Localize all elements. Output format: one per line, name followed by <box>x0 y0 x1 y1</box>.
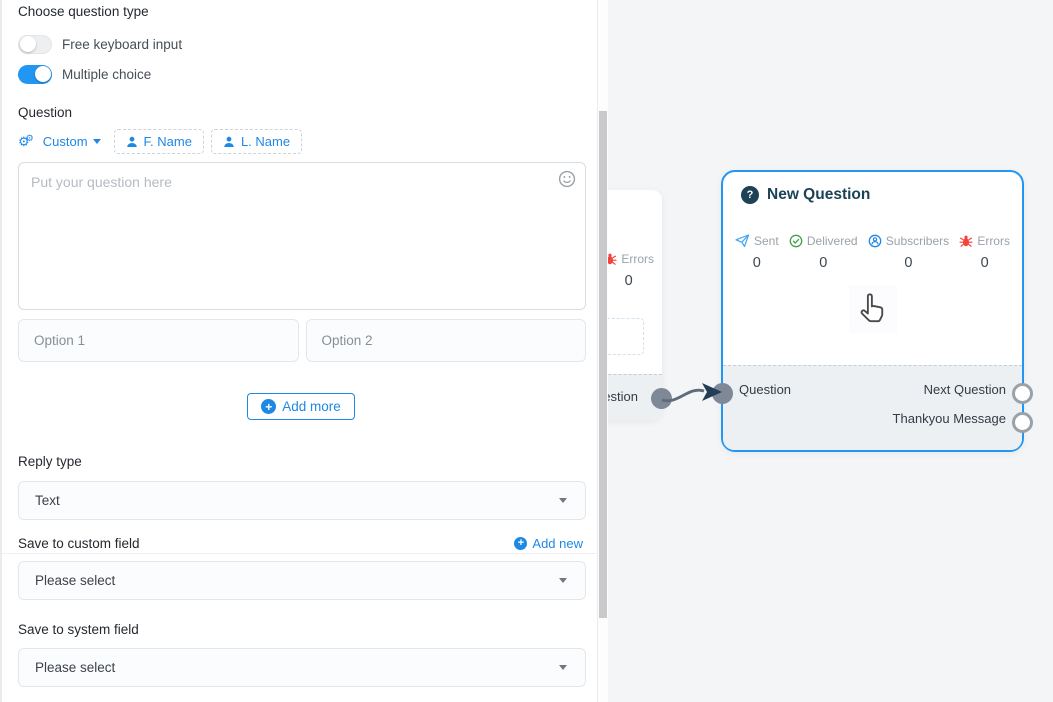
multiple-choice-label: Multiple choice <box>62 67 151 82</box>
node-stats: Sent 0 Delivered 0 Subscribers 0 <box>723 234 1022 271</box>
chevron-down-icon <box>93 139 101 144</box>
stat-value: 0 <box>819 255 827 271</box>
reply-type-select[interactable]: Text <box>18 481 586 520</box>
free-keyboard-label: Free keyboard input <box>62 37 182 52</box>
errors-stat: Errors 0 <box>608 252 654 289</box>
person-icon <box>126 136 138 148</box>
add-new-label: Add new <box>532 536 583 551</box>
new-question-node[interactable]: ? New Question Sent 0 Delivered 0 <box>721 170 1024 452</box>
output-handle-source[interactable] <box>651 388 672 409</box>
question-badge-icon: ? <box>741 186 759 204</box>
paper-plane-icon <box>735 234 750 248</box>
toggle-knob <box>35 66 51 82</box>
save-custom-field-label: Save to custom field <box>18 536 140 551</box>
multiple-choice-toggle[interactable] <box>18 65 52 84</box>
chip-label: L. Name <box>241 134 290 149</box>
save-system-field-label: Save to system field <box>18 622 139 637</box>
choose-question-type-label: Choose question type <box>18 4 149 19</box>
add-more-wrap: + Add more <box>2 393 600 420</box>
chevron-down-icon <box>559 498 567 503</box>
custom-fields-dropdown[interactable]: ⚙⚙ Custom <box>18 134 101 149</box>
plus-icon: + <box>261 399 276 414</box>
option-2-input[interactable] <box>306 319 587 362</box>
question-settings-panel: Choose question type Free keyboard input… <box>0 0 598 702</box>
stat-value: 0 <box>904 255 912 271</box>
panel-scrollbar-track <box>598 0 608 702</box>
bug-icon <box>608 252 617 266</box>
add-more-button[interactable]: + Add more <box>247 393 355 420</box>
person-icon <box>223 136 235 148</box>
toggle-row-free-keyboard: Free keyboard input <box>18 34 182 54</box>
chevron-down-icon <box>559 665 567 670</box>
stat-label: Errors <box>621 252 654 266</box>
merge-chip-first-name[interactable]: F. Name <box>114 129 204 154</box>
previous-question-node[interactable]: Errors 0 Next Question <box>608 190 662 420</box>
node-title: New Question <box>767 186 870 204</box>
subscriber-icon <box>868 234 882 248</box>
toggle-row-multiple-choice: Multiple choice <box>18 64 151 84</box>
question-label: Question <box>18 105 72 120</box>
output-handle-thankyou-message[interactable] <box>1012 412 1033 433</box>
add-new-link[interactable]: + Add new <box>514 536 583 551</box>
stat-value: 0 <box>753 255 761 271</box>
flow-canvas[interactable]: Errors 0 Next Question ? New Question Se… <box>608 0 1053 702</box>
toggle-knob <box>20 36 36 52</box>
merge-field-row: ⚙⚙ Custom F. Name L. Name <box>18 128 302 155</box>
free-keyboard-toggle[interactable] <box>18 35 52 54</box>
options-row <box>18 319 586 362</box>
stat-sent: Sent 0 <box>735 234 779 271</box>
chevron-down-icon <box>559 578 567 583</box>
node-header: ? New Question <box>723 172 1022 204</box>
output-label-thankyou-message: Thankyou Message <box>893 411 1006 426</box>
stat-subscribers: Subscribers 0 <box>868 234 949 271</box>
stat-delivered: Delivered 0 <box>789 234 858 271</box>
input-handle-question[interactable] <box>712 383 733 404</box>
stat-value: 0 <box>981 255 989 271</box>
system-field-select[interactable]: Please select <box>18 648 586 687</box>
reply-type-value: Text <box>19 493 559 508</box>
node-footer: Question Next Question Thankyou Message <box>723 365 1022 450</box>
stat-errors: Errors 0 <box>959 234 1010 271</box>
stat-value: 0 <box>625 273 633 289</box>
system-field-value: Please select <box>19 660 559 675</box>
stat-label: Delivered <box>807 234 858 248</box>
custom-button-label: Custom <box>43 134 88 149</box>
stat-label: Subscribers <box>886 234 949 248</box>
output-label-next-question: Next Question <box>924 382 1006 397</box>
quick-reply-placeholder <box>608 318 644 355</box>
check-circle-icon <box>789 234 803 248</box>
plus-icon: + <box>514 537 527 550</box>
custom-field-value: Please select <box>19 573 559 588</box>
stat-label: Errors <box>977 234 1010 248</box>
input-label-question: Question <box>739 382 791 397</box>
gears-icon: ⚙⚙ <box>18 135 38 148</box>
option-1-input[interactable] <box>18 319 299 362</box>
chip-label: F. Name <box>144 134 192 149</box>
output-handle-next-question[interactable] <box>1012 383 1033 404</box>
custom-field-select[interactable]: Please select <box>18 561 586 600</box>
output-label: Next Question <box>608 389 638 404</box>
question-text-area-wrap <box>18 162 586 310</box>
bug-icon <box>959 234 973 248</box>
stat-label: Sent <box>754 234 779 248</box>
hand-pointer-cursor <box>849 285 897 333</box>
panel-scrollbar-thumb[interactable] <box>599 111 607 618</box>
reply-type-label: Reply type <box>18 454 82 469</box>
merge-chip-last-name[interactable]: L. Name <box>211 129 302 154</box>
question-textarea[interactable] <box>18 162 586 310</box>
smiley-icon[interactable] <box>558 170 576 188</box>
add-more-label: Add more <box>282 399 341 414</box>
section-divider <box>2 553 600 554</box>
